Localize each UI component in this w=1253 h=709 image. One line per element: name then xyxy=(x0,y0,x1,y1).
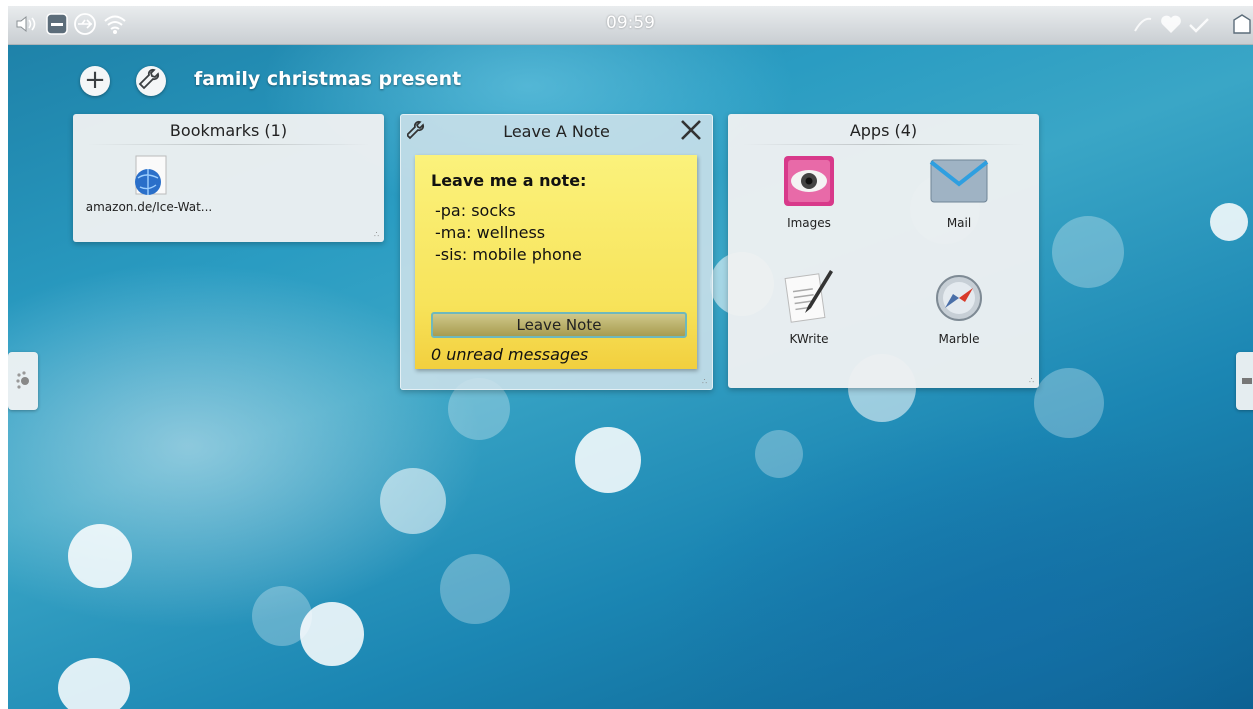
wallpaper-bokeh xyxy=(755,430,803,478)
bookmarks-widget-title: Bookmarks (1) xyxy=(169,121,288,140)
wallpaper-bokeh xyxy=(1034,368,1104,438)
battery-icon[interactable] xyxy=(1130,11,1156,37)
app-label: Images xyxy=(787,216,831,230)
app-kwrite[interactable]: KWrite xyxy=(754,266,864,346)
right-panel-tab[interactable] xyxy=(1236,352,1253,410)
wrench-icon xyxy=(138,68,160,90)
text-editor-pen-icon xyxy=(784,270,833,323)
note-line: -pa: socks xyxy=(435,201,516,220)
add-widgets-button[interactable]: + xyxy=(80,66,110,96)
title-divider xyxy=(742,144,1025,145)
wallpaper-bokeh xyxy=(380,468,446,534)
clock[interactable]: 09:59 xyxy=(8,13,1253,33)
app-label: KWrite xyxy=(789,332,829,346)
top-panel: 09:59 xyxy=(8,6,1253,45)
bookmark-item[interactable]: amazon.de/Ice-Wat... xyxy=(79,154,219,214)
unread-messages-status: 0 unread messages xyxy=(431,345,589,364)
wallpaper-bokeh xyxy=(575,427,641,493)
favorite-heart-icon[interactable] xyxy=(1158,11,1184,37)
app-marble[interactable]: Marble xyxy=(904,272,1014,346)
resize-grip[interactable]: ∴ xyxy=(702,378,708,386)
activity-settings-button[interactable] xyxy=(136,66,166,96)
left-toolbox-tab[interactable] xyxy=(8,352,38,410)
apps-widget: Apps (4) Images Mail KWrite Marble ∴ xyxy=(728,114,1039,388)
title-divider xyxy=(87,144,370,145)
note-widget-title: Leave A Note xyxy=(503,122,610,141)
close-icon xyxy=(681,120,701,140)
plus-icon: + xyxy=(84,65,106,95)
app-images[interactable]: Images xyxy=(754,154,864,230)
mail-envelope-icon xyxy=(929,159,989,203)
app-label: Mail xyxy=(946,216,972,230)
bookmarks-widget: Bookmarks (1) amazon.de/Ice-Wat... ∴ xyxy=(73,114,384,242)
app-label: Marble xyxy=(938,332,980,346)
panel-handle-icon xyxy=(1242,378,1252,384)
wallpaper-bokeh xyxy=(1210,203,1248,241)
desktop: 09:59 + family christmas present Bookmar… xyxy=(8,6,1253,709)
resize-grip[interactable]: ∴ xyxy=(1029,377,1035,385)
note-heading: Leave me a note: xyxy=(431,171,587,190)
sticky-note: Leave me a note: -pa: socks -ma: wellnes… xyxy=(415,155,697,369)
wallpaper-bokeh xyxy=(68,524,132,588)
compass-icon xyxy=(936,275,982,321)
activity-title[interactable]: family christmas present xyxy=(194,68,461,90)
note-line: -sis: mobile phone xyxy=(435,245,582,264)
close-widget-button[interactable] xyxy=(678,118,704,146)
wallpaper-bokeh xyxy=(440,554,510,624)
device-icon[interactable] xyxy=(1230,11,1253,37)
web-page-icon xyxy=(135,155,167,195)
wallpaper-bokeh xyxy=(1052,216,1124,288)
wallpaper-bokeh xyxy=(58,658,130,709)
wallpaper-bokeh xyxy=(252,586,312,646)
resize-grip[interactable]: ∴ xyxy=(374,231,380,239)
apps-widget-title: Apps (4) xyxy=(849,121,918,140)
cashew-icon xyxy=(16,371,29,389)
note-widget: Leave A Note Leave me a note: -pa: socks… xyxy=(400,114,713,390)
updates-icon[interactable] xyxy=(1186,11,1212,37)
note-line: -ma: wellness xyxy=(435,223,546,242)
leave-note-button[interactable]: Leave Note xyxy=(431,312,687,338)
bookmark-label: amazon.de/Ice-Wat... xyxy=(85,200,213,214)
app-mail[interactable]: Mail xyxy=(904,154,1014,230)
image-viewer-icon xyxy=(784,156,834,206)
